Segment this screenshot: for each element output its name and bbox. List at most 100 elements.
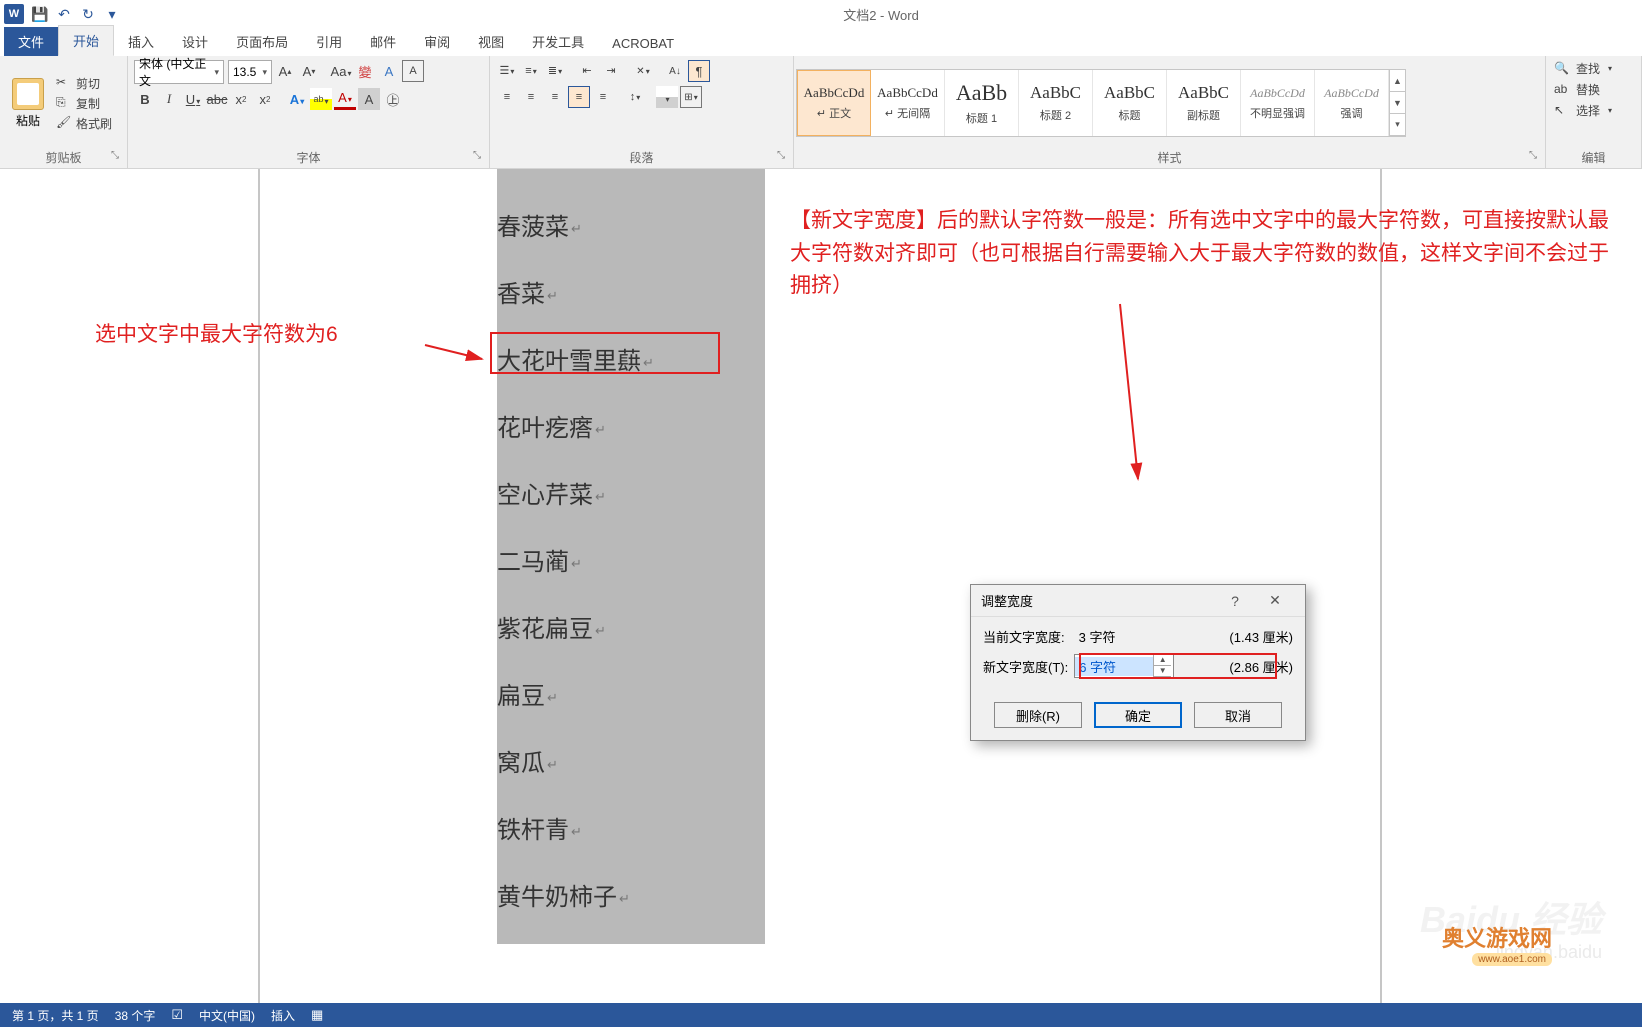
doc-line[interactable]: 铁杆青 <box>497 810 582 845</box>
font-size-combobox[interactable]: 13.5 <box>228 60 272 84</box>
font-dialog-launcher-icon[interactable]: ⤡ <box>473 150 487 164</box>
status-insert-mode[interactable]: 插入 <box>271 1007 295 1024</box>
enclose-char-button[interactable]: ㊤ <box>382 88 404 110</box>
tab-design[interactable]: 设计 <box>168 27 222 56</box>
phonetic-guide-button[interactable]: 變 <box>354 60 376 82</box>
clipboard-dialog-launcher-icon[interactable]: ⤡ <box>111 150 125 164</box>
font-color-button[interactable]: A <box>334 88 356 110</box>
borders-button[interactable]: ⊞ <box>680 86 702 108</box>
dialog-cancel-button[interactable]: 取消 <box>1194 702 1282 728</box>
tab-mailings[interactable]: 邮件 <box>356 27 410 56</box>
underline-button[interactable]: U <box>182 88 204 110</box>
style-item[interactable]: AaBbC标题 2 <box>1019 70 1093 136</box>
paste-button[interactable]: 粘贴 <box>6 76 50 131</box>
style-item[interactable]: AaBbC标题 <box>1093 70 1167 136</box>
select-button[interactable]: ↖选择▾ <box>1554 102 1633 119</box>
tab-insert[interactable]: 插入 <box>114 27 168 56</box>
tab-references[interactable]: 引用 <box>302 27 356 56</box>
status-language[interactable]: 中文(中国) <box>199 1007 255 1024</box>
tab-layout[interactable]: 页面布局 <box>222 27 302 56</box>
align-center-button[interactable]: ≡ <box>520 86 542 108</box>
group-font: 宋体 (中文正文 13.5 A▴ A▾ Aa 變 A A B I U abc x… <box>128 56 490 168</box>
undo-icon[interactable]: ↶ <box>52 2 76 26</box>
tab-acrobat[interactable]: ACROBAT <box>598 31 688 56</box>
status-words[interactable]: 38 个字 <box>115 1007 156 1024</box>
strikethrough-button[interactable]: abc <box>206 88 228 110</box>
char-shading-button[interactable]: A <box>358 88 380 110</box>
save-icon[interactable]: 💾 <box>28 2 52 26</box>
text-effects-button[interactable]: A <box>286 88 308 110</box>
paragraph-dialog-launcher-icon[interactable]: ⤡ <box>777 150 791 164</box>
redo-icon[interactable]: ↻ <box>76 2 100 26</box>
select-icon: ↖ <box>1554 103 1570 119</box>
align-justify-button[interactable]: ≡ <box>568 86 590 108</box>
tab-review[interactable]: 审阅 <box>410 27 464 56</box>
style-item[interactable]: AaBbCcDd↵ 无间隔 <box>871 70 945 136</box>
numbering-button[interactable]: ≡ <box>520 60 542 82</box>
doc-line[interactable]: 春菠菜 <box>497 207 582 242</box>
bold-button[interactable]: B <box>134 88 156 110</box>
shrink-font-button[interactable]: A▾ <box>298 60 320 82</box>
find-button[interactable]: 🔍查找▾ <box>1554 60 1633 77</box>
align-left-button[interactable]: ≡ <box>496 86 518 108</box>
style-item[interactable]: AaBbC副标题 <box>1167 70 1241 136</box>
qat-customize-icon[interactable]: ▾ <box>100 2 124 26</box>
superscript-button[interactable]: x2 <box>254 88 276 110</box>
dialog-close-icon[interactable]: ✕ <box>1255 592 1295 609</box>
shading-button[interactable] <box>656 86 678 108</box>
decrease-indent-button[interactable]: ⇤ <box>576 60 598 82</box>
subscript-button[interactable]: x2 <box>230 88 252 110</box>
style-item[interactable]: AaBbCcDd↵ 正文 <box>797 70 871 136</box>
doc-line[interactable]: 空心芹菜 <box>497 475 606 510</box>
sort-button[interactable]: A↓ <box>664 60 686 82</box>
status-page[interactable]: 第 1 页，共 1 页 <box>12 1007 99 1024</box>
status-macro-icon[interactable]: ▦ <box>311 1007 323 1023</box>
style-item[interactable]: AaBbCcDd强调 <box>1315 70 1389 136</box>
change-case-button[interactable]: Aa <box>330 60 352 82</box>
dialog-ok-button[interactable]: 确定 <box>1094 702 1182 728</box>
tab-developer[interactable]: 开发工具 <box>518 27 598 56</box>
styles-gallery[interactable]: AaBbCcDd↵ 正文AaBbCcDd↵ 无间隔AaBb标题 1AaBbC标题… <box>796 69 1406 137</box>
clear-formatting-button[interactable]: A <box>378 60 400 82</box>
doc-line[interactable]: 扁豆 <box>497 676 558 711</box>
italic-button[interactable]: I <box>158 88 180 110</box>
grow-font-button[interactable]: A▴ <box>274 60 296 82</box>
multilevel-list-button[interactable]: ≣ <box>544 60 566 82</box>
distribute-button[interactable]: ≡ <box>592 86 614 108</box>
word-logo-icon: W <box>4 4 24 24</box>
current-width-value: 3 字符 <box>1079 627 1116 646</box>
show-paragraph-marks-button[interactable]: ¶ <box>688 60 710 82</box>
doc-line[interactable]: 二马蔺 <box>497 542 582 577</box>
asian-layout-button[interactable]: ✕ <box>632 60 654 82</box>
document-area[interactable]: 春菠菜香菜大花叶雪里蕻花叶疙瘩空心芹菜二马蔺紫花扁豆扁豆窝瓜铁杆青黄牛奶柿子 选… <box>0 169 1642 1003</box>
doc-line[interactable]: 紫花扁豆 <box>497 609 606 644</box>
tab-file[interactable]: 文件 <box>4 27 58 56</box>
align-right-button[interactable]: ≡ <box>544 86 566 108</box>
styles-dialog-launcher-icon[interactable]: ⤡ <box>1529 150 1543 164</box>
replace-button[interactable]: ab替换 <box>1554 81 1633 98</box>
doc-line[interactable]: 香菜 <box>497 274 558 309</box>
font-name-combobox[interactable]: 宋体 (中文正文 <box>134 60 224 84</box>
increase-indent-button[interactable]: ⇥ <box>600 60 622 82</box>
doc-line[interactable]: 窝瓜 <box>497 743 558 778</box>
copy-button[interactable]: ⎘复制 <box>56 95 112 112</box>
styles-scroll[interactable]: ▲▼▾ <box>1389 70 1405 136</box>
char-border-button[interactable]: A <box>402 60 424 82</box>
tab-home[interactable]: 开始 <box>58 25 114 56</box>
doc-line[interactable]: 花叶疙瘩 <box>497 408 606 443</box>
group-paragraph: ☰ ≡ ≣ ⇤ ⇥ ✕ A↓ ¶ ≡ ≡ ≡ ≡ ≡ ↕ <box>490 56 794 168</box>
format-painter-button[interactable]: 🖌格式刷 <box>56 115 112 132</box>
style-item[interactable]: AaBbCcDd不明显强调 <box>1241 70 1315 136</box>
status-spellcheck-icon[interactable]: ☑ <box>171 1007 183 1023</box>
copy-icon: ⎘ <box>56 95 72 111</box>
line-spacing-button[interactable]: ↕ <box>624 86 646 108</box>
highlight-button[interactable]: ab <box>310 88 332 110</box>
style-item[interactable]: AaBb标题 1 <box>945 70 1019 136</box>
dialog-help-icon[interactable]: ? <box>1215 593 1255 609</box>
doc-line[interactable]: 黄牛奶柿子 <box>497 877 630 912</box>
bullets-button[interactable]: ☰ <box>496 60 518 82</box>
dialog-remove-button[interactable]: 删除(R) <box>994 702 1082 728</box>
cut-button[interactable]: ✂剪切 <box>56 75 112 92</box>
tab-view[interactable]: 视图 <box>464 27 518 56</box>
site-logo-name: 奥义游戏网 <box>1442 921 1552 953</box>
